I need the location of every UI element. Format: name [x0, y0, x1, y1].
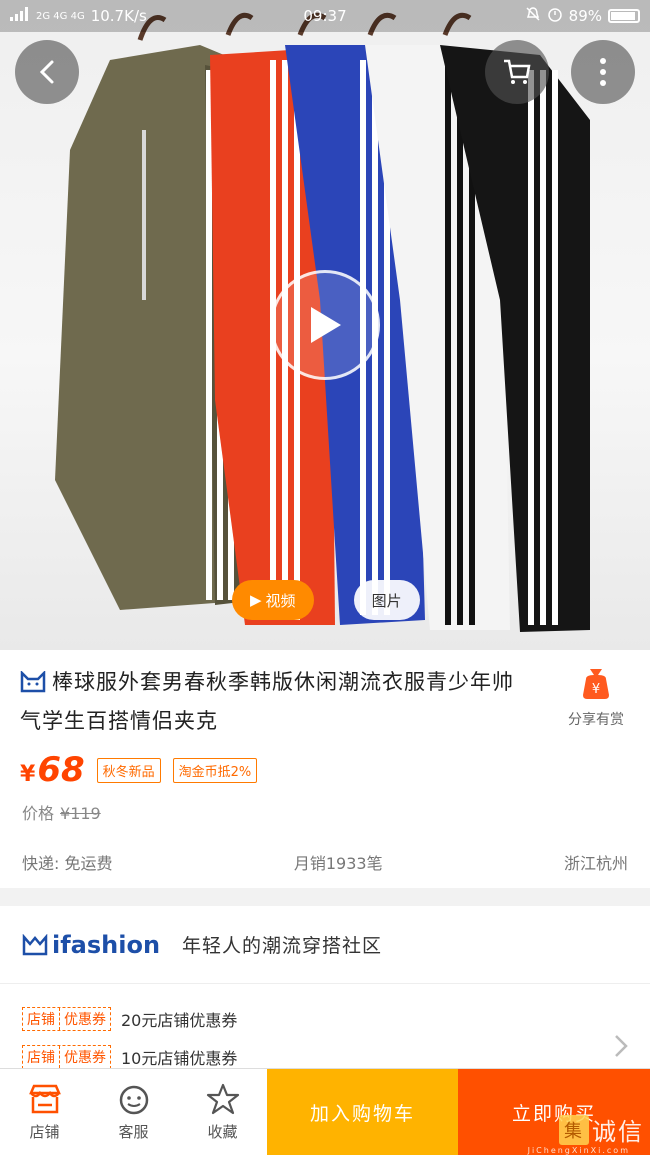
play-small-icon: ▶ — [250, 591, 262, 609]
service-label: 客服 — [118, 1122, 149, 1141]
product-image-gallery[interactable]: 2G 4G 4G 10.7K/s 09:37 89% ▶ 视频 图片 — [0, 0, 650, 650]
tab-video-label: 视频 — [265, 591, 296, 610]
ifashion-logo: ifashion — [22, 931, 160, 959]
product-info: 棒球服外套男春秋季韩版休闲潮流衣服青少年帅气学生百搭情侣夹克 ¥ 分享有赏 ¥6… — [0, 650, 650, 888]
tab-video[interactable]: ▶ 视频 — [232, 580, 314, 620]
watermark-logo: 集 — [559, 1114, 589, 1145]
original-price-label: 价格 — [22, 804, 55, 823]
network-type: 2G 4G 4G — [36, 10, 85, 22]
coin-discount-tag: 淘金币抵2% — [172, 757, 258, 783]
tab-image[interactable]: 图片 — [353, 580, 420, 620]
chevron-left-icon — [39, 60, 54, 84]
ifashion-logo-text: ifashion — [52, 930, 161, 959]
shipping-info: 快递: 免运费 — [22, 854, 113, 873]
ship-location: 浙江杭州 — [563, 854, 628, 873]
alarm-icon — [547, 6, 563, 26]
coupon-badge: 店铺 优惠券 — [22, 1045, 111, 1069]
current-price: ¥68 — [20, 750, 85, 790]
product-title-row: 棒球服外套男春秋季韩版休闲潮流衣服青少年帅气学生百搭情侣夹克 — [20, 665, 530, 739]
star-icon — [206, 1083, 239, 1114]
coupon-badge: 店铺 优惠券 — [22, 1007, 111, 1031]
coupon-text: 20元店铺优惠券 — [121, 1011, 238, 1030]
coupon-list[interactable]: 店铺 优惠券 20元店铺优惠券 店铺 优惠券 10元店铺优惠券 — [0, 1000, 650, 1070]
play-video-button[interactable] — [270, 270, 380, 380]
customer-service-button[interactable]: 客服 — [89, 1069, 178, 1155]
mute-icon — [525, 6, 541, 26]
buy-now-button[interactable]: 立即购买 集 诚信 JiChengXinXi.com — [458, 1069, 650, 1155]
share-reward-label: 分享有赏 — [568, 712, 624, 728]
clock: 09:37 — [303, 7, 347, 25]
ifashion-mark-icon — [22, 933, 48, 955]
cart-icon — [504, 59, 531, 84]
add-to-cart-button[interactable]: 加入购物车 — [267, 1069, 458, 1155]
watermark-text: 诚信 — [592, 1118, 644, 1146]
price-row: ¥68 秋冬新品 淘金币抵2% — [20, 750, 258, 790]
site-watermark: 集 诚信 — [559, 1112, 644, 1147]
share-reward-button[interactable]: ¥ 分享有赏 — [556, 665, 636, 729]
coupon-item: 店铺 优惠券 20元店铺优惠券 — [0, 1000, 650, 1038]
bottom-action-bar: 店铺 客服 收藏 加入购物车 立即购买 集 诚信 JiChengXinXi.co… — [0, 1068, 650, 1155]
cart-button[interactable] — [485, 40, 549, 104]
store-icon — [28, 1084, 61, 1113]
section-divider — [0, 888, 650, 906]
product-title: 棒球服外套男春秋季韩版休闲潮流衣服青少年帅气学生百搭情侣夹克 — [20, 670, 514, 733]
network-speed: 10.7K/s — [90, 7, 147, 25]
status-bar: 2G 4G 4G 10.7K/s 09:37 89% — [0, 0, 650, 32]
ifashion-banner[interactable]: ifashion 年轻人的潮流穿搭社区 — [0, 906, 650, 984]
watermark-url: JiChengXinXi.com — [527, 1146, 630, 1155]
more-vertical-icon — [600, 58, 606, 86]
ifashion-slogan: 年轻人的潮流穿搭社区 — [182, 935, 383, 957]
add-to-cart-label: 加入购物车 — [309, 1102, 415, 1125]
monthly-sales: 月销1933笔 — [293, 854, 383, 873]
back-button[interactable] — [15, 40, 79, 104]
battery-icon — [608, 9, 640, 23]
media-tabs: ▶ 视频 图片 — [232, 580, 420, 620]
more-button[interactable] — [571, 40, 635, 104]
coupon-text: 10元店铺优惠券 — [121, 1049, 238, 1068]
favorite-label: 收藏 — [207, 1122, 238, 1141]
play-icon — [311, 307, 341, 343]
favorite-button[interactable]: 收藏 — [178, 1069, 267, 1155]
new-season-tag: 秋冬新品 — [96, 757, 161, 783]
svg-text:¥: ¥ — [592, 682, 600, 697]
tmall-cat-icon — [20, 669, 46, 704]
signal-icon — [10, 7, 30, 25]
coupon-item: 店铺 优惠券 10元店铺优惠券 — [0, 1038, 650, 1070]
original-price: 价格 ¥119 — [22, 800, 101, 824]
tab-image-label: 图片 — [371, 591, 402, 610]
chevron-right-icon — [615, 1035, 628, 1057]
shop-button[interactable]: 店铺 — [0, 1069, 89, 1155]
product-meta-row: 快递: 免运费 月销1933笔 浙江杭州 — [22, 850, 628, 874]
original-price-value: ¥119 — [60, 804, 101, 823]
battery-percent: 89% — [568, 7, 602, 25]
money-bag-icon: ¥ — [583, 669, 609, 699]
service-face-icon — [119, 1085, 148, 1114]
shop-label: 店铺 — [29, 1122, 60, 1141]
